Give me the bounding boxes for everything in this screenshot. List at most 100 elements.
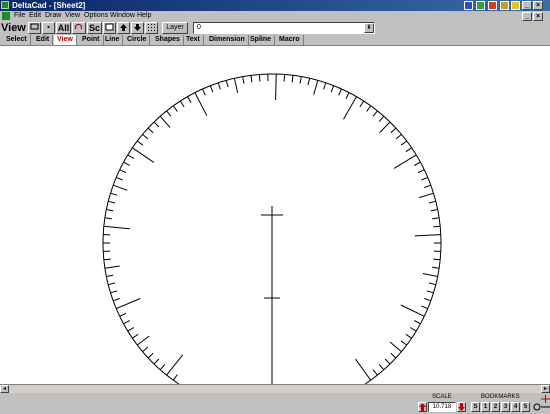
dial-tick: [132, 334, 138, 338]
menu-edit[interactable]: Edit: [29, 11, 41, 21]
tab-shapes[interactable]: Shapes: [152, 35, 184, 45]
bookmark-save-button[interactable]: S: [471, 402, 480, 412]
point-zoom-button[interactable]: [42, 22, 55, 34]
menu-view[interactable]: View: [65, 11, 80, 21]
child-close-button[interactable]: ×: [533, 12, 543, 21]
office-tray-icon[interactable]: [511, 1, 520, 10]
dial-tick: [331, 86, 334, 93]
scroll-right-icon[interactable]: ▸: [541, 385, 550, 393]
bookmark-3-button[interactable]: 3: [501, 402, 510, 412]
powerpoint-tray-icon[interactable]: [488, 1, 497, 10]
dial-tick: [116, 299, 140, 309]
menu-draw[interactable]: Draw: [45, 11, 61, 21]
dial-tick: [173, 375, 177, 381]
document-icon[interactable]: [2, 12, 10, 20]
arrow-down-icon: [133, 23, 142, 32]
dial-tick: [188, 97, 192, 103]
menu-file[interactable]: File: [14, 11, 25, 21]
dial-tick: [424, 298, 431, 300]
zoom-in-button[interactable]: [117, 22, 130, 34]
dial-tick: [226, 80, 228, 87]
dial-tick: [148, 128, 153, 133]
dial-tick: [356, 359, 371, 380]
tab-circle[interactable]: Circle: [124, 35, 150, 45]
dial-tick: [346, 93, 349, 99]
dropdown-arrow-icon[interactable]: ⬇: [364, 23, 374, 33]
window-title: DeltaCad - [Sheet2]: [12, 0, 85, 11]
tab-line[interactable]: Line: [102, 35, 123, 45]
scale-down-button[interactable]: [457, 402, 466, 412]
scale-up-button[interactable]: [418, 402, 427, 412]
tool-tabs: Select Edit View Point Line Circle Shape…: [0, 35, 550, 46]
dial-tick: [108, 201, 115, 203]
menu-window[interactable]: Window: [110, 11, 135, 21]
dial-tick: [124, 321, 130, 324]
dot-icon: [44, 23, 53, 31]
redraw-button[interactable]: [72, 22, 86, 34]
dial-tick: [173, 106, 177, 112]
zoom-all-button[interactable]: All: [56, 22, 71, 34]
dial-tick: [308, 78, 310, 85]
tab-text[interactable]: Text: [183, 35, 204, 45]
page-button[interactable]: [103, 22, 116, 34]
dial-tick: [427, 291, 434, 293]
dial-tick: [367, 106, 371, 112]
bookmark-5-button[interactable]: 5: [521, 402, 530, 412]
tab-macro[interactable]: Macro: [276, 35, 304, 45]
scale-value[interactable]: 10.718: [428, 402, 456, 412]
grid-button[interactable]: [145, 22, 158, 34]
redraw-icon: [74, 23, 84, 32]
zoom-out-button[interactable]: [131, 22, 144, 34]
dial-tick: [160, 116, 170, 127]
scale-label: SCALE: [432, 394, 452, 401]
dial-tick: [284, 75, 285, 82]
zoom-scale-button[interactable]: Sc: [87, 22, 102, 34]
bookmark-2-button[interactable]: 2: [491, 402, 500, 412]
dial-tick: [116, 177, 122, 180]
tab-point[interactable]: Point: [79, 35, 104, 45]
menu-help[interactable]: Help: [137, 11, 151, 21]
layer-select[interactable]: 0 ⬇: [193, 22, 375, 34]
bookmark-4-button[interactable]: 4: [511, 402, 520, 412]
dial-tick: [243, 77, 244, 84]
excel-tray-icon[interactable]: [476, 1, 485, 10]
close-button[interactable]: ×: [533, 1, 543, 10]
layer-button[interactable]: Layer: [162, 22, 188, 34]
dial-tick: [111, 193, 118, 195]
tab-spline[interactable]: Spline: [247, 35, 275, 45]
access-tray-icon[interactable]: [500, 1, 509, 10]
scroll-left-icon[interactable]: ◂: [0, 385, 9, 393]
tab-view[interactable]: View: [54, 35, 77, 45]
dial-tick: [423, 274, 438, 277]
dial-tick: [104, 226, 130, 229]
drawing-canvas[interactable]: [0, 46, 550, 384]
minimize-button[interactable]: _: [522, 1, 532, 10]
grid-icon: [147, 23, 156, 32]
dial-tick: [379, 116, 384, 121]
circle-icon[interactable]: [533, 403, 541, 411]
dial-tick: [421, 177, 427, 180]
dial-tick: [419, 193, 433, 197]
dial-tick: [431, 210, 438, 211]
menu-bar: File Edit Draw View Options Window Help …: [0, 11, 550, 21]
tab-select[interactable]: Select: [3, 35, 31, 45]
dial-tick: [234, 78, 237, 93]
child-minimize-button[interactable]: _: [522, 12, 532, 21]
dial-tick: [113, 298, 120, 300]
menu-options[interactable]: Options: [84, 11, 108, 21]
dial-tick: [344, 97, 357, 120]
bookmark-1-button[interactable]: 1: [481, 402, 490, 412]
dial-tick: [424, 185, 431, 187]
window-zoom-button[interactable]: [28, 22, 41, 34]
red-arrow-down-icon: [458, 403, 465, 411]
dial-tick: [433, 226, 440, 227]
tab-dimension[interactable]: Dimension: [206, 35, 249, 45]
dial-tick: [429, 283, 436, 285]
deltacad-app-icon[interactable]: [1, 1, 9, 9]
word-tray-icon[interactable]: [464, 1, 473, 10]
dial-tick: [137, 336, 149, 345]
dial-tick: [128, 155, 134, 159]
horizontal-scrollbar[interactable]: ◂ ▸: [0, 384, 550, 393]
tab-edit[interactable]: Edit: [33, 35, 53, 45]
drawing-svg[interactable]: [0, 46, 550, 384]
